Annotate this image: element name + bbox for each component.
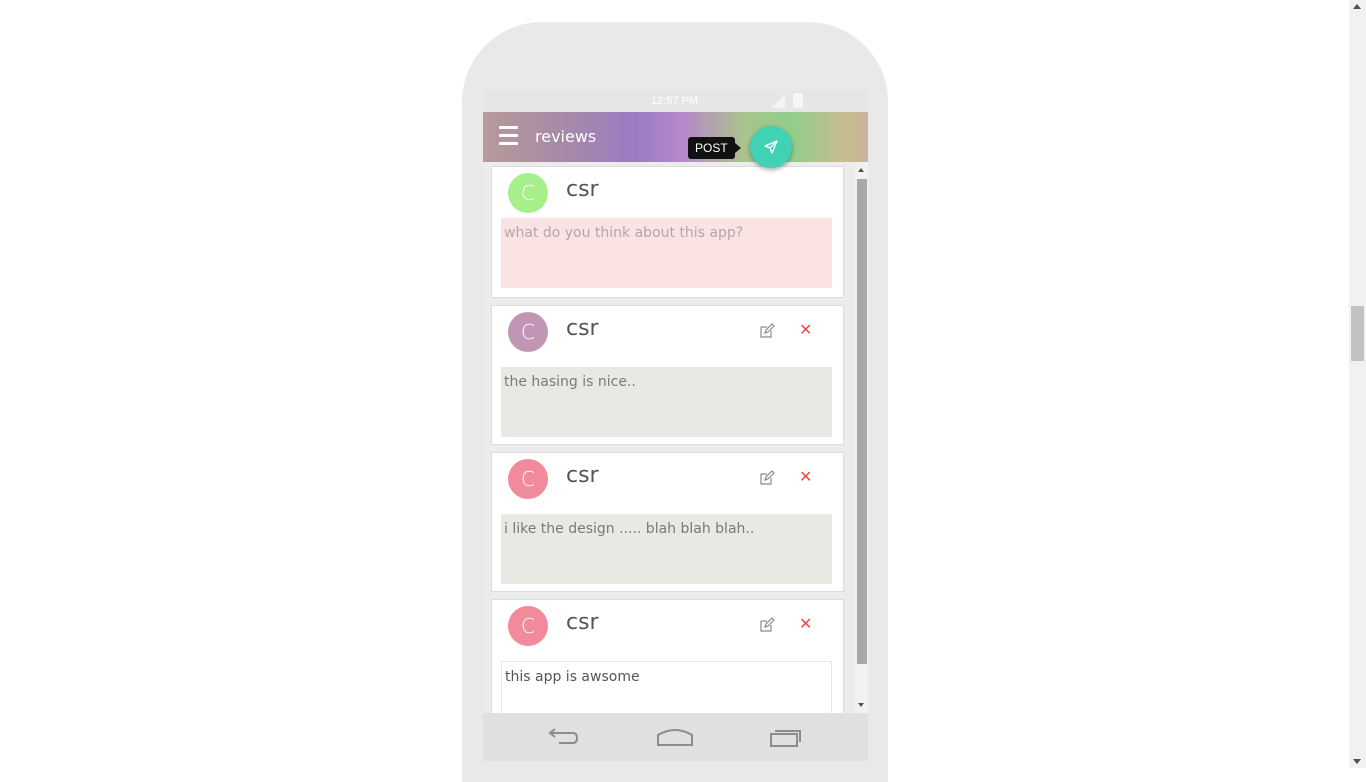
- page-scrollbar[interactable]: [1349, 0, 1366, 768]
- scroll-down-arrow[interactable]: [858, 703, 864, 707]
- signal-icon: [771, 94, 785, 108]
- avatar: C: [508, 312, 548, 352]
- review-list: C csr what do you think about this app? …: [483, 162, 855, 713]
- list-scrollbar[interactable]: [855, 162, 868, 713]
- avatar: C: [508, 173, 548, 213]
- close-icon[interactable]: ✕: [799, 320, 812, 339]
- close-icon[interactable]: ✕: [799, 614, 812, 633]
- review-input[interactable]: what do you think about this app?: [501, 218, 832, 288]
- username: csr: [566, 463, 599, 488]
- app-bar: reviews: [483, 112, 868, 162]
- avatar: C: [508, 459, 548, 499]
- username: csr: [566, 316, 599, 341]
- close-icon[interactable]: ✕: [799, 467, 812, 486]
- edit-icon[interactable]: [759, 617, 775, 633]
- back-icon[interactable]: [547, 727, 579, 747]
- review-text: i like the design ..... blah blah blah..: [501, 514, 832, 584]
- phone-screen: 12:57 PM reviews POST C csr what do you …: [483, 90, 868, 713]
- review-card: C csr ✕ this app is awsome: [491, 599, 844, 713]
- username: csr: [566, 177, 599, 202]
- send-icon: [764, 140, 778, 154]
- scroll-thumb[interactable]: [1351, 306, 1364, 361]
- nav-bar: [483, 713, 868, 761]
- edit-icon[interactable]: [759, 323, 775, 339]
- status-bar: 12:57 PM: [483, 90, 868, 112]
- scroll-up-arrow[interactable]: [1353, 4, 1361, 9]
- review-card: C csr ✕ the hasing is nice..: [491, 305, 844, 445]
- scroll-thumb[interactable]: [857, 179, 867, 664]
- status-time: 12:57 PM: [651, 95, 699, 107]
- review-text: this app is awsome: [501, 661, 832, 713]
- review-card: C csr ✕ i like the design ..... blah bla…: [491, 452, 844, 592]
- home-icon[interactable]: [656, 727, 694, 747]
- page-title: reviews: [535, 127, 597, 146]
- avatar: C: [508, 606, 548, 646]
- recents-icon[interactable]: [769, 727, 803, 747]
- edit-icon[interactable]: [759, 470, 775, 486]
- review-compose-card: C csr what do you think about this app?: [491, 166, 844, 298]
- battery-icon: [793, 93, 803, 108]
- scroll-up-arrow[interactable]: [858, 168, 864, 172]
- post-tooltip: POST: [688, 137, 741, 159]
- username: csr: [566, 610, 599, 635]
- menu-icon[interactable]: [499, 126, 518, 146]
- post-button[interactable]: [750, 126, 792, 168]
- scroll-down-arrow[interactable]: [1353, 759, 1361, 764]
- review-text: the hasing is nice..: [501, 367, 832, 437]
